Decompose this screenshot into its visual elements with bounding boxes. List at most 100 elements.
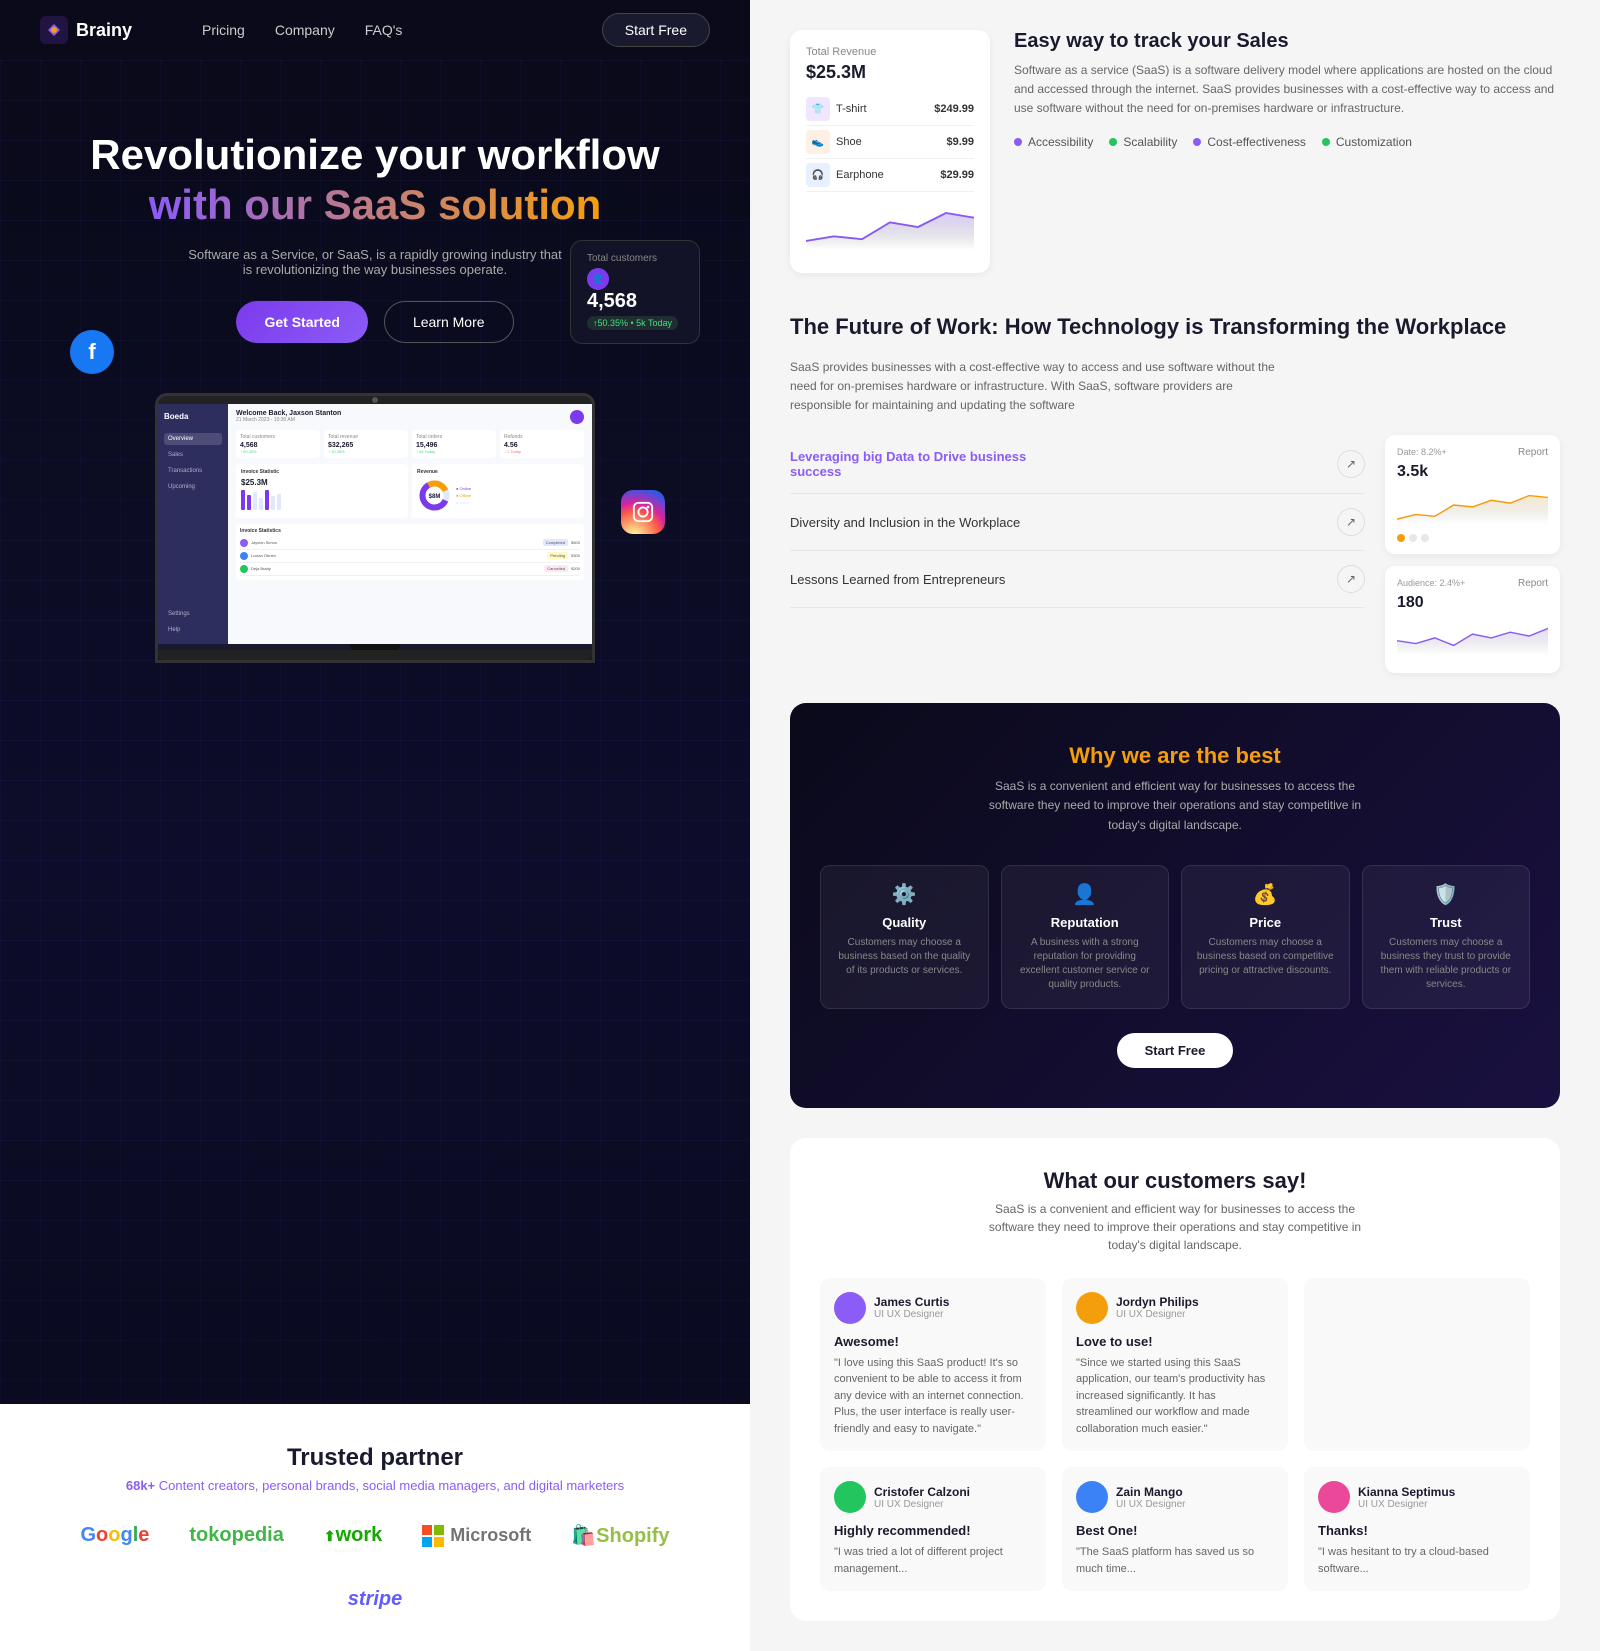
- review-card: Cristofer Calzoni UI UX Designer Highly …: [820, 1467, 1046, 1591]
- invoice-chart: Invoice Statistic $25.3M: [236, 464, 408, 518]
- stat-revenue: Total revenue $32,265 ↑ 10.35%: [324, 430, 408, 458]
- feature-tags: Accessibility Scalability Cost-effective…: [1014, 135, 1560, 149]
- reviewer-name: Kianna Septimus: [1358, 1485, 1455, 1499]
- article-title: Diversity and Inclusion in the Workplace: [790, 515, 1020, 530]
- right-panel: Total Revenue $25.3M 👕 T-shirt $249.99 👟…: [750, 0, 1600, 1651]
- review-title: Highly recommended!: [834, 1523, 1032, 1538]
- future-articles: Leveraging big Data to Drive business su…: [790, 435, 1365, 673]
- arrow-icon[interactable]: ↗: [1337, 450, 1365, 478]
- reviewer-role: UI UX Designer: [1116, 1309, 1199, 1320]
- future-section: The Future of Work: How Technology is Tr…: [790, 313, 1560, 673]
- reviewer: James Curtis UI UX Designer: [834, 1292, 1032, 1324]
- feature-desc: Customers may choose a business based on…: [833, 936, 976, 978]
- upwork-logo: ⬆work: [324, 1524, 382, 1547]
- dot-icon: [1109, 138, 1117, 146]
- avatar: [1076, 1292, 1108, 1324]
- reviewer: Zain Mango UI UX Designer: [1076, 1481, 1274, 1513]
- feature-name: Quality: [833, 915, 976, 930]
- product-list: 👕 T-shirt $249.99 👟 Shoe $9.99 🎧 Earp: [806, 93, 974, 192]
- feature-reputation: 👤 Reputation A business with a strong re…: [1001, 865, 1170, 1009]
- laptop-sidebar-overview[interactable]: Overview: [164, 433, 222, 445]
- arrow-icon[interactable]: ↗: [1337, 565, 1365, 593]
- learn-more-button[interactable]: Learn More: [384, 301, 514, 343]
- trusted-subtitle: 68k+ Content creators, personal brands, …: [40, 1478, 710, 1493]
- arrow-icon[interactable]: ↗: [1337, 508, 1365, 536]
- feature-desc: Customers may choose a business based on…: [1194, 936, 1337, 978]
- review-card: Kianna Septimus UI UX Designer Thanks! "…: [1304, 1467, 1530, 1591]
- review-text: "I was hesitant to try a cloud-based sof…: [1318, 1544, 1516, 1577]
- review-card: [1304, 1278, 1530, 1452]
- stat-customers: Total customers 4,568 ↑ 50.35%: [236, 430, 320, 458]
- pricing-link[interactable]: Pricing: [202, 22, 245, 38]
- trusted-section: Trusted partner 68k+ Content creators, p…: [0, 1404, 750, 1651]
- avatar: [834, 1292, 866, 1324]
- card-badge: ↑50.35% • 5k Today: [587, 316, 678, 330]
- donut-chart: Revenue $8M: [412, 464, 584, 518]
- feature-desc: A business with a strong reputation for …: [1014, 936, 1157, 992]
- reviewer-name: Zain Mango: [1116, 1485, 1185, 1499]
- instagram-icon: [621, 490, 665, 534]
- review-title: Awesome!: [834, 1334, 1032, 1349]
- laptop-sidebar-sales[interactable]: Sales: [164, 449, 222, 461]
- reviewer-role: UI UX Designer: [874, 1499, 970, 1510]
- dot-icon: [1014, 138, 1022, 146]
- hero-title: Revolutionize your workflow: [90, 130, 659, 180]
- easy-way-section: Total Revenue $25.3M 👕 T-shirt $249.99 👟…: [790, 30, 1560, 273]
- trusted-title: Trusted partner: [40, 1444, 710, 1472]
- feature-tag: Scalability: [1109, 135, 1177, 149]
- laptop-mockup: Boeda Overview Sales Transactions Upcomi…: [155, 393, 595, 663]
- features-grid: ⚙️ Quality Customers may choose a busine…: [820, 865, 1530, 1009]
- card-value: 4,568: [587, 290, 683, 313]
- product-item: 👕 T-shirt $249.99: [806, 93, 974, 126]
- reviewer-role: UI UX Designer: [1116, 1499, 1185, 1510]
- svg-text:$8M: $8M: [429, 494, 441, 500]
- feature-tag: Accessibility: [1014, 135, 1093, 149]
- article-title: Lessons Learned from Entrepreneurs: [790, 572, 1005, 587]
- microsoft-logo: Microsoft: [422, 1525, 531, 1547]
- laptop-sidebar-help[interactable]: Help: [164, 624, 222, 636]
- hero-subtitle: with our SaaS solution: [149, 180, 602, 230]
- invoice-table: Invoice Statistics Jayvion Simon Complet…: [236, 524, 584, 580]
- feature-name: Trust: [1375, 915, 1518, 930]
- review-text: "Since we started using this SaaS applic…: [1076, 1355, 1274, 1438]
- hero-section: f Total customers 👤 4,568 ↑50.35% • 5k T…: [0, 60, 750, 1404]
- product-item: 🎧 Earphone $29.99: [806, 159, 974, 192]
- reviewer: Cristofer Calzoni UI UX Designer: [834, 1481, 1032, 1513]
- laptop-sidebar-upcoming[interactable]: Upcoming: [164, 481, 222, 493]
- dot-icon: [1193, 138, 1201, 146]
- trust-icon: 🛡️: [1375, 882, 1518, 907]
- start-free-button[interactable]: Start Free: [1117, 1033, 1234, 1068]
- review-text: "I love using this SaaS product! It's so…: [834, 1355, 1032, 1438]
- nav-cta-button[interactable]: Start Free: [602, 13, 710, 47]
- review-title: Best One!: [1076, 1523, 1274, 1538]
- price-icon: 💰: [1194, 882, 1337, 907]
- article-item: Diversity and Inclusion in the Workplace…: [790, 494, 1365, 551]
- facebook-icon: f: [70, 330, 114, 374]
- tokopedia-logo: tokopedia: [189, 1524, 283, 1547]
- future-description: SaaS provides businesses with a cost-eff…: [790, 358, 1290, 416]
- future-mini-charts: Date: 8.2%+ 3.5k Report: [1385, 435, 1560, 673]
- quality-icon: ⚙️: [833, 882, 976, 907]
- easy-way-description: Software as a service (SaaS) is a softwa…: [1014, 61, 1560, 119]
- get-started-button[interactable]: Get Started: [236, 301, 367, 343]
- feature-price: 💰 Price Customers may choose a business …: [1181, 865, 1350, 1009]
- laptop-sidebar-settings[interactable]: Settings: [164, 608, 222, 620]
- logo[interactable]: Brainy: [40, 16, 132, 44]
- faq-link[interactable]: FAQ's: [365, 22, 403, 38]
- feature-name: Reputation: [1014, 915, 1157, 930]
- feature-name: Price: [1194, 915, 1337, 930]
- dot-icon: [1322, 138, 1330, 146]
- laptop-sidebar-transactions[interactable]: Transactions: [164, 465, 222, 477]
- review-card: Jordyn Philips UI UX Designer Love to us…: [1062, 1278, 1288, 1452]
- navigation: Brainy Pricing Company FAQ's Start Free: [0, 0, 750, 60]
- review-card: James Curtis UI UX Designer Awesome! "I …: [820, 1278, 1046, 1452]
- customers-section: What our customers say! SaaS is a conven…: [790, 1138, 1560, 1622]
- sales-chart-card: Total Revenue $25.3M 👕 T-shirt $249.99 👟…: [790, 30, 990, 273]
- future-content: Leveraging big Data to Drive business su…: [790, 435, 1560, 673]
- why-best-section: Why we are the best SaaS is a convenient…: [790, 703, 1560, 1108]
- avatar: [1076, 1481, 1108, 1513]
- partners-list: Google tokopedia ⬆work Microsoft 🛍️Shopi…: [40, 1523, 710, 1611]
- total-customers-card: Total customers 👤 4,568 ↑50.35% • 5k Tod…: [570, 240, 700, 344]
- company-link[interactable]: Company: [275, 22, 335, 38]
- reputation-icon: 👤: [1014, 882, 1157, 907]
